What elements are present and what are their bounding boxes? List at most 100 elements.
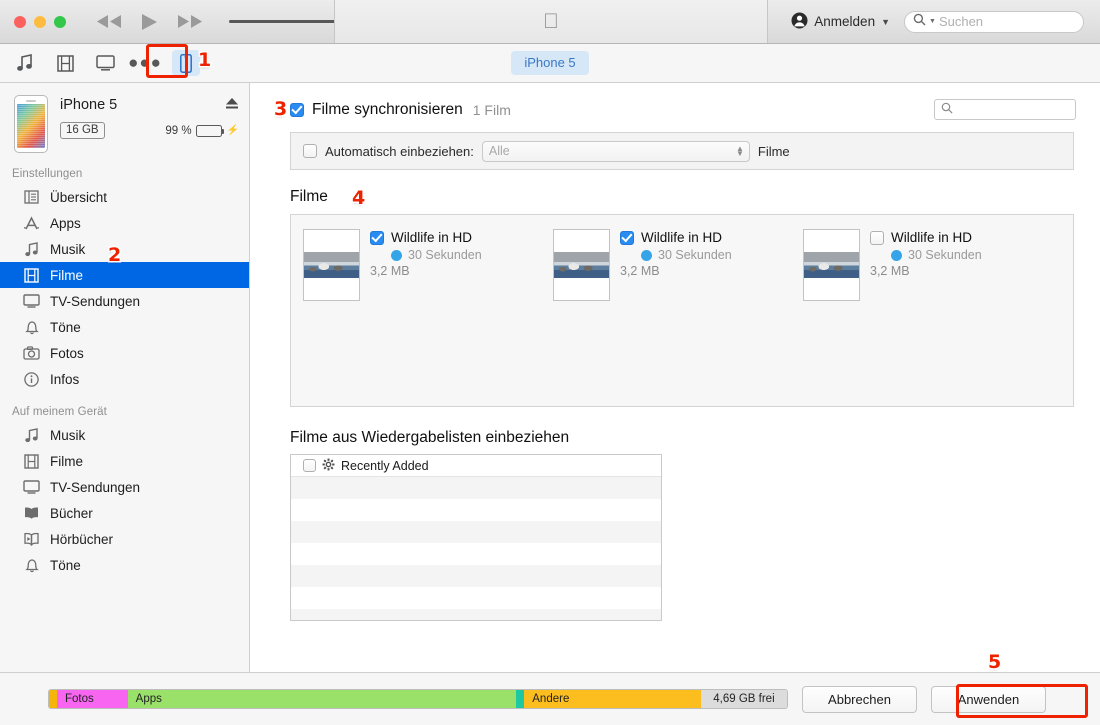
auto-include-dropdown[interactable]: Alle ▲ ▼ <box>481 140 750 162</box>
device-tab-wrap: iPhone 5 <box>0 51 1100 75</box>
apple-logo-icon:  <box>543 11 559 32</box>
film-item[interactable]: Wildlife in HD 30 Sekunden 3,2 MB <box>291 229 541 406</box>
film-duration: 30 Sekunden <box>658 248 732 262</box>
eject-icon[interactable] <box>225 97 239 113</box>
bell-icon <box>22 556 41 575</box>
sidebar-item-infos[interactable]: Infos <box>0 366 249 392</box>
sidebar-ondevice-hoerbuecher[interactable]: Hörbücher <box>0 526 249 552</box>
info-icon <box>22 370 41 389</box>
bell-icon <box>22 318 41 337</box>
film-checkbox[interactable] <box>620 230 634 245</box>
sync-header: Filme synchronisieren 1 Film <box>250 83 1100 120</box>
films-section-label: Filme <box>290 188 328 205</box>
film-size: 3,2 MB <box>370 264 410 278</box>
film-item[interactable]: Wildlife in HD 30 Sekunden 3,2 MB <box>541 229 791 406</box>
sidebar-item-apps[interactable]: Apps <box>0 210 249 236</box>
film-title-row: Wildlife in HD <box>870 230 982 245</box>
film-item[interactable]: Wildlife in HD 30 Sekunden 3,2 MB <box>791 229 1041 406</box>
sidebar-item-label: Apps <box>50 215 81 231</box>
sidebar-section-title-settings: Einstellungen <box>12 168 83 180</box>
main-body: iPhone 5 16 GB 99 % ⚡ Einstellungen Über… <box>0 83 1100 672</box>
global-search-field[interactable]: ▼ Suchen <box>904 10 1084 33</box>
summary-icon <box>22 188 41 207</box>
media-toolbar: ●●● iPhone 5 <box>0 44 1100 83</box>
tv-icon <box>22 478 41 497</box>
film-thumbnail <box>553 229 610 301</box>
apply-button[interactable]: Anwenden <box>931 685 1046 713</box>
auto-include-checkbox[interactable] <box>303 144 317 158</box>
film-checkbox[interactable] <box>870 230 884 245</box>
search-scope-chevron-icon[interactable]: ▼ <box>929 18 936 25</box>
sidebar-item-uebersicht[interactable]: Übersicht <box>0 184 249 210</box>
capacity-segment-fotos: Fotos <box>57 690 128 708</box>
content-pane: Filme synchronisieren 1 Film Automatisch… <box>250 83 1100 672</box>
capacity-segment-free: 4,69 GB frei <box>700 690 787 708</box>
film-thumbnail <box>803 229 860 301</box>
sidebar-item-label: TV-Sendungen <box>50 293 141 309</box>
film-strip-icon <box>22 452 41 471</box>
sidebar-item-label: Fotos <box>50 345 84 361</box>
content-search-field[interactable] <box>934 99 1076 120</box>
sidebar-ondevice-toene[interactable]: Töne <box>0 552 249 578</box>
playlist-row[interactable]: Recently Added <box>291 455 661 477</box>
sidebar-item-musik[interactable]: Musik <box>0 236 249 262</box>
global-search-placeholder: Suchen <box>938 14 984 29</box>
chevron-down-icon: ▼ <box>881 16 890 27</box>
playlists-section-title: Filme aus Wiedergabelisten einbeziehen <box>290 429 570 446</box>
film-checkbox[interactable] <box>370 230 384 245</box>
zoom-button[interactable] <box>54 15 66 28</box>
battery-icon <box>195 124 225 137</box>
film-duration-row: 30 Sekunden <box>620 248 732 262</box>
film-size: 3,2 MB <box>620 264 660 278</box>
sync-movies-checkbox[interactable] <box>290 102 304 117</box>
minimize-button[interactable] <box>34 15 46 28</box>
sidebar-item-label: Hörbücher <box>50 531 114 547</box>
sidebar-section-title-ondevice: Auf meinem Gerät <box>12 406 107 418</box>
device-tab-iphone5[interactable]: iPhone 5 <box>511 51 589 75</box>
search-icon <box>913 13 926 31</box>
person-icon <box>791 12 808 32</box>
sidebar-item-fotos[interactable]: Fotos <box>0 340 249 366</box>
sidebar-item-tv-sendungen[interactable]: TV-Sendungen <box>0 288 249 314</box>
playlist-empty-row <box>291 521 661 543</box>
capacity-segment-andere: Andere <box>524 690 701 708</box>
sidebar-item-label: Töne <box>50 319 81 335</box>
account-menu[interactable]: Anmelden ▼ <box>791 12 890 32</box>
playlists-list[interactable]: Recently Added <box>290 454 662 621</box>
sidebar-ondevice-buecher[interactable]: Bücher <box>0 500 249 526</box>
close-button[interactable] <box>14 15 26 28</box>
play-icon[interactable] <box>141 13 158 31</box>
itunes-window:  Anmelden ▼ ▼ Suchen <box>0 0 1100 725</box>
cancel-button[interactable]: Abbrechen <box>802 685 917 713</box>
film-thumbnail-image <box>804 252 859 278</box>
capacity-segment-sliver <box>49 690 57 708</box>
film-details: Wildlife in HD 30 Sekunden 3,2 MB <box>620 229 732 406</box>
account-label: Anmelden <box>814 14 876 29</box>
sidebar-ondevice-musik[interactable]: Musik <box>0 422 249 448</box>
film-duration-row: 30 Sekunden <box>870 248 982 262</box>
new-badge-icon <box>641 249 652 261</box>
sidebar-item-label: Musik <box>50 241 86 257</box>
film-thumbnail <box>303 229 360 301</box>
film-duration: 30 Sekunden <box>908 248 982 262</box>
sidebar-item-label: Filme <box>50 267 83 283</box>
capacity-bar[interactable]: Fotos Apps Andere 4,69 GB frei <box>48 689 788 709</box>
film-duration: 30 Sekunden <box>408 248 482 262</box>
gear-icon <box>322 458 335 473</box>
sidebar-item-toene[interactable]: Töne <box>0 314 249 340</box>
sidebar-ondevice-filme[interactable]: Filme <box>0 448 249 474</box>
audiobook-icon <box>22 530 41 549</box>
tv-icon <box>22 292 41 311</box>
film-title: Wildlife in HD <box>891 230 973 245</box>
capacity-segment-apps: Apps <box>127 690 517 708</box>
music-note-icon <box>22 426 41 445</box>
playlist-checkbox[interactable] <box>303 459 316 472</box>
sidebar-item-filme[interactable]: Filme <box>0 262 249 288</box>
sidebar-ondevice-tv-sendungen[interactable]: TV-Sendungen <box>0 474 249 500</box>
auto-include-row: Automatisch einbeziehen: Alle ▲ ▼ Filme <box>290 132 1074 170</box>
sidebar-item-label: Musik <box>50 427 86 443</box>
next-icon[interactable] <box>177 14 203 29</box>
playlist-empty-row <box>291 565 661 587</box>
auto-include-suffix: Filme <box>757 143 790 159</box>
previous-icon[interactable] <box>96 14 122 29</box>
